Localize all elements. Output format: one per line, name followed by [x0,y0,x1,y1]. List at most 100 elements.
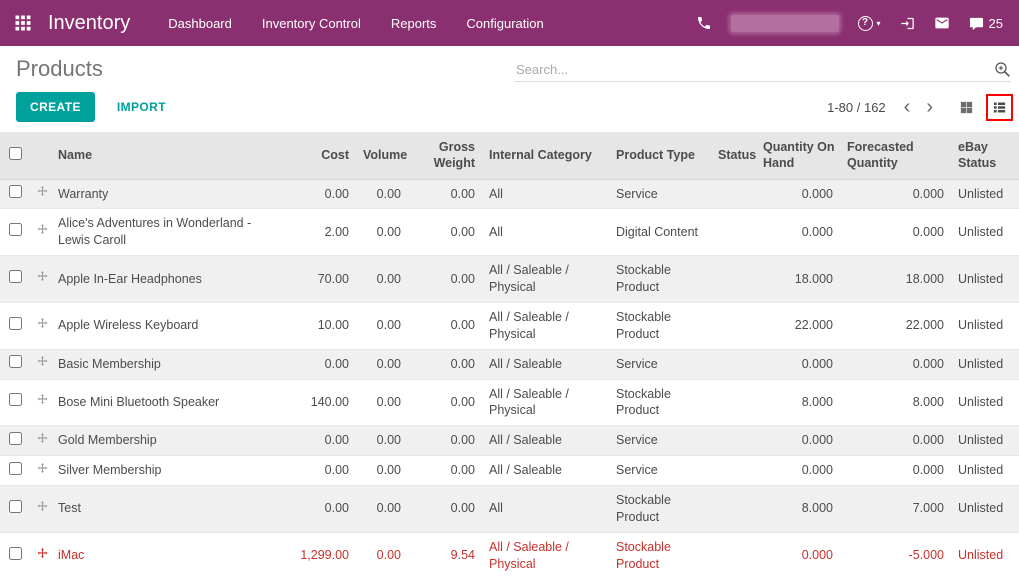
column-header-product-type[interactable]: Product Type [612,132,714,180]
column-header-cost[interactable]: Cost [292,132,359,180]
search-input[interactable] [514,61,994,78]
cell-gross-weight: 0.00 [411,378,485,426]
cell-ebay-status: Unlisted [954,455,1019,486]
handle-column-header [30,132,54,180]
row-checkbox[interactable] [8,270,22,284]
cell-volume: 0.00 [359,425,411,456]
envelope-icon[interactable] [934,15,950,31]
cell-product-type: Service [612,455,714,486]
row-checkbox[interactable] [8,316,22,330]
list-view-icon[interactable] [986,93,1013,121]
row-checkbox[interactable] [8,546,22,560]
cell-internal-category: All / Saleable [485,455,612,486]
cell-forecasted-quantity: 7.000 [843,485,954,533]
row-checkbox[interactable] [8,461,22,475]
drag-handle-icon[interactable] [36,223,49,236]
redacted-username [730,14,839,32]
column-header-internal-category[interactable]: Internal Category [485,132,612,180]
row-checkbox[interactable] [8,499,22,513]
cell-cost: 1,299.00 [292,531,359,579]
column-header-gross-weight[interactable]: Gross Weight [411,132,485,180]
cell-gross-weight: 0.00 [411,255,485,303]
column-header-status[interactable]: Status [714,132,759,180]
column-header-forecasted-quantity[interactable]: Forecasted Quantity [843,132,954,180]
menu-item-reports[interactable]: Reports [391,16,437,31]
cell-volume: 0.00 [359,208,411,256]
row-checkbox[interactable] [8,431,22,445]
phone-icon[interactable] [696,15,712,31]
apps-grid-icon[interactable] [14,14,32,32]
table-row[interactable]: iMac 1,299.00 0.00 9.54 All / Saleable /… [0,531,1019,579]
cell-product-type: Stockable Product [612,485,714,533]
select-all-checkbox[interactable] [8,146,22,160]
menu-item-dashboard[interactable]: Dashboard [168,16,232,31]
row-checkbox[interactable] [8,223,22,237]
cell-volume: 0.00 [359,485,411,533]
table-row[interactable]: Alice's Adventures in Wonderland - Lewis… [0,208,1019,256]
drag-handle-icon[interactable] [36,393,49,406]
cell-ebay-status: Unlisted [954,208,1019,256]
cell-internal-category: All / Saleable / Physical [485,378,612,426]
import-button[interactable]: IMPORT [111,99,172,115]
cell-name: Bose Mini Bluetooth Speaker [54,378,292,426]
cell-product-type: Stockable Product [612,301,714,350]
cell-status [714,378,759,426]
table-row[interactable]: Basic Membership 0.00 0.00 0.00 All / Sa… [0,348,1019,379]
drag-handle-icon[interactable] [36,547,49,560]
drag-handle-icon[interactable] [36,355,49,368]
drag-handle-icon[interactable] [36,432,49,445]
app-title[interactable]: Inventory [48,12,130,35]
cell-product-type: Stockable Product [612,531,714,579]
table-row[interactable]: Bose Mini Bluetooth Speaker 140.00 0.00 … [0,378,1019,426]
cell-volume: 0.00 [359,178,411,209]
cell-quantity-on-hand: 0.000 [759,531,843,579]
messages-icon[interactable]: 25 [969,16,1003,31]
row-checkbox[interactable] [8,185,22,198]
search-icon[interactable] [994,61,1011,78]
page-title: Products [16,56,103,81]
page-header: Products [0,46,1019,86]
cell-forecasted-quantity: 0.000 [843,348,954,379]
drag-handle-cell [30,531,54,579]
cell-quantity-on-hand: 22.000 [759,301,843,350]
cell-gross-weight: 0.00 [411,301,485,350]
table-row[interactable]: Gold Membership 0.00 0.00 0.00 All / Sal… [0,425,1019,456]
cell-internal-category: All / Saleable [485,425,612,456]
cell-name: Basic Membership [54,348,292,379]
table-row[interactable]: Apple In-Ear Headphones 70.00 0.00 0.00 … [0,255,1019,303]
cell-internal-category: All [485,178,612,209]
cell-ebay-status: Unlisted [954,485,1019,533]
row-checkbox-cell [0,255,30,303]
drag-handle-icon[interactable] [36,270,49,283]
column-header-volume[interactable]: Volume [359,132,411,180]
drag-handle-icon[interactable] [36,317,49,330]
cell-status [714,485,759,533]
table-row[interactable]: Test 0.00 0.00 0.00 All Stockable Produc… [0,485,1019,533]
kanban-view-icon[interactable] [957,98,976,117]
column-header-ebay-status[interactable]: eBay Status [954,132,1019,180]
menu-item-inventory-control[interactable]: Inventory Control [262,16,361,31]
drag-handle-icon[interactable] [36,462,49,475]
cell-quantity-on-hand: 8.000 [759,378,843,426]
column-header-name[interactable]: Name [54,132,292,180]
create-button[interactable]: CREATE [16,92,95,122]
cell-volume: 0.00 [359,348,411,379]
drag-handle-cell [30,455,54,486]
row-checkbox[interactable] [8,355,22,369]
table-row[interactable]: Silver Membership 0.00 0.00 0.00 All / S… [0,455,1019,486]
drag-handle-icon[interactable] [36,185,49,198]
topbar-right: ? ▾ 25 [696,14,1003,32]
search-bar [514,61,1011,82]
column-header-quantity-on-hand[interactable]: Quantity On Hand [759,132,843,180]
cell-forecasted-quantity: 0.000 [843,208,954,256]
drag-handle-cell [30,301,54,350]
row-checkbox[interactable] [8,393,22,407]
drag-handle-icon[interactable] [36,500,49,513]
pager-next-button[interactable]: › [918,97,941,117]
table-row[interactable]: Apple Wireless Keyboard 10.00 0.00 0.00 … [0,301,1019,350]
table-row[interactable]: Warranty 0.00 0.00 0.00 All Service 0.00… [0,178,1019,209]
pager-prev-button[interactable]: ‹ [896,97,919,117]
sign-in-icon[interactable] [900,16,915,31]
help-icon[interactable]: ? ▾ [857,15,881,31]
menu-item-configuration[interactable]: Configuration [466,16,543,31]
